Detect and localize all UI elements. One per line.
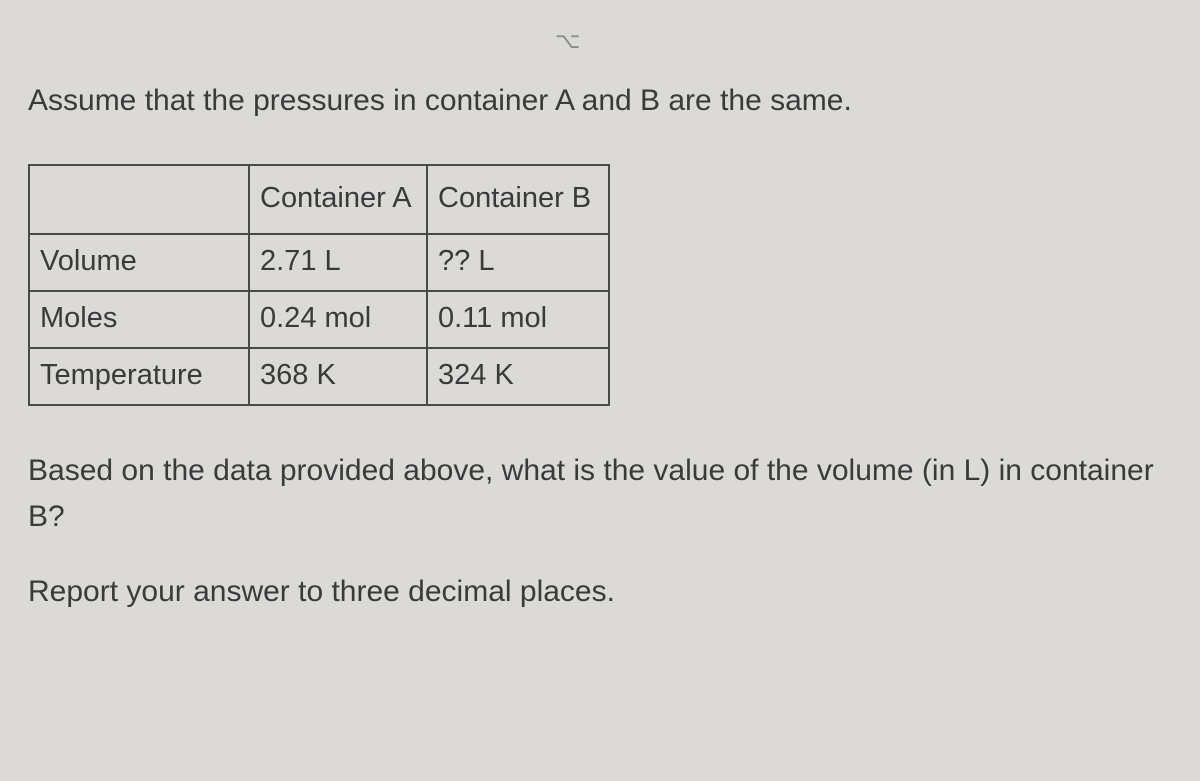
row-label: Moles [29, 291, 249, 348]
question-text: Based on the data provided above, what i… [28, 448, 1180, 541]
table-header-row: Container A Container B [29, 165, 609, 234]
cell-b: 324 K [427, 348, 609, 405]
table-row: Temperature 368 K 324 K [29, 348, 609, 405]
table-header-blank [29, 165, 249, 234]
table-header-a: Container A [249, 165, 427, 234]
row-label: Temperature [29, 348, 249, 405]
table-row: Volume 2.71 L ?? L [29, 234, 609, 291]
cell-b: 0.11 mol [427, 291, 609, 348]
instruction-text: Report your answer to three decimal plac… [28, 575, 1180, 609]
row-label: Volume [29, 234, 249, 291]
table-row: Moles 0.24 mol 0.11 mol [29, 291, 609, 348]
cell-b: ?? L [427, 234, 609, 291]
decorative-glyph: ⌥ [555, 28, 580, 54]
data-table: Container A Container B Volume 2.71 L ??… [28, 164, 610, 406]
cell-a: 368 K [249, 348, 427, 405]
problem-statement: Assume that the pressures in container A… [28, 80, 1180, 122]
question-page: ⌥ Assume that the pressures in container… [0, 0, 1200, 781]
table-header-b: Container B [427, 165, 609, 234]
cell-a: 2.71 L [249, 234, 427, 291]
cell-a: 0.24 mol [249, 291, 427, 348]
